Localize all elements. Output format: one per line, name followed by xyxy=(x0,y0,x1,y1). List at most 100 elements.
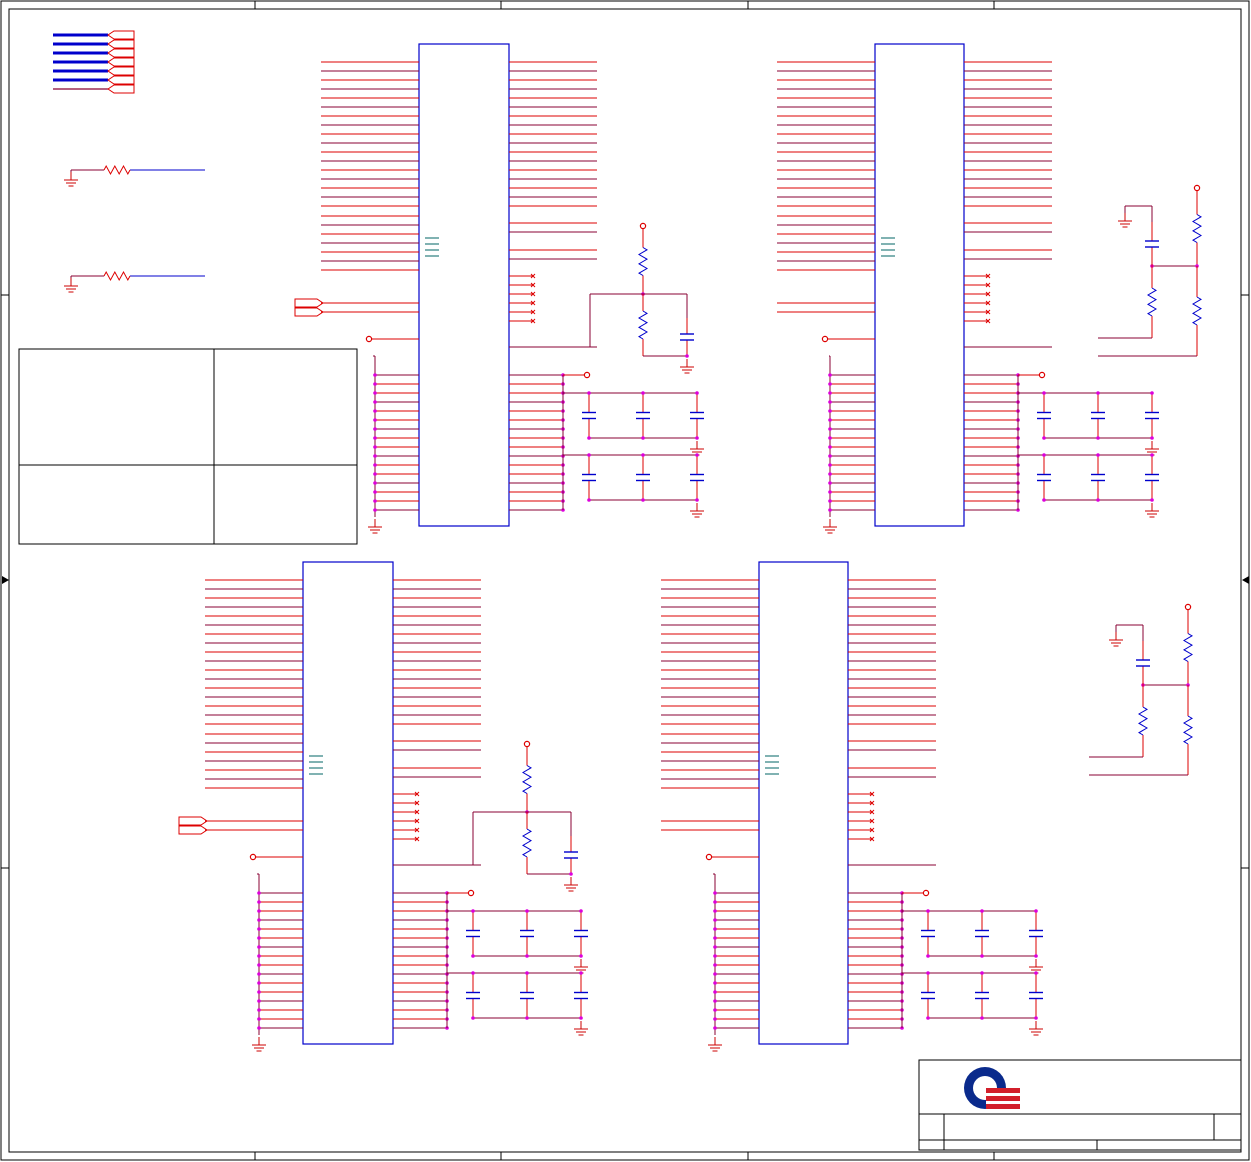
junction-dot xyxy=(1096,391,1100,395)
junction-dot xyxy=(828,472,832,476)
bus-connector-group xyxy=(53,30,135,94)
junction-dot xyxy=(471,954,475,958)
termination-resistor-network xyxy=(1098,184,1202,357)
junction-dot xyxy=(373,463,377,467)
junction-dot xyxy=(579,909,583,913)
junction-dot xyxy=(695,436,699,440)
junction-dot xyxy=(1034,1016,1038,1020)
junction-dot xyxy=(641,391,645,395)
junction-dot xyxy=(641,453,645,457)
junction-dot xyxy=(1034,971,1038,975)
clock-input-connector xyxy=(294,307,324,317)
junction-dot xyxy=(713,1026,717,1030)
junction-dot xyxy=(828,490,832,494)
power-port xyxy=(249,853,257,861)
junction-dot xyxy=(579,971,583,975)
junction-dot xyxy=(828,409,832,413)
junction-dot xyxy=(1034,909,1038,913)
junction-dot xyxy=(587,453,591,457)
resistor-icon xyxy=(1192,214,1202,243)
junction-dot xyxy=(373,391,377,395)
junction-dot xyxy=(257,981,261,985)
junction-dot xyxy=(373,382,377,386)
junction-dot xyxy=(471,909,475,913)
junction-dot xyxy=(373,409,377,413)
junction-dot xyxy=(828,436,832,440)
junction-dot xyxy=(471,971,475,975)
junction-dot xyxy=(828,382,832,386)
ground-icon xyxy=(708,1037,722,1052)
pullup-resistor-group xyxy=(64,164,205,293)
clock-input-connector xyxy=(178,816,208,826)
junction-dot xyxy=(926,954,930,958)
off-page-connector-icon xyxy=(107,75,135,85)
junction-dot xyxy=(713,990,717,994)
junction-dot xyxy=(373,490,377,494)
junction-dot xyxy=(373,508,377,512)
junction-dot xyxy=(641,436,645,440)
termination-network-group xyxy=(393,184,1202,892)
zone-arrow-left xyxy=(2,576,9,584)
junction-dot xyxy=(713,891,717,895)
junction-dot xyxy=(579,954,583,958)
ground-icon xyxy=(574,959,588,974)
junction-dot xyxy=(980,1016,984,1020)
junction-dot xyxy=(1042,453,1046,457)
junction-dot xyxy=(980,909,984,913)
junction-dot xyxy=(713,945,717,949)
junction-dot xyxy=(257,900,261,904)
junction-dot xyxy=(828,499,832,503)
junction-dot xyxy=(373,454,377,458)
schematic-canvas xyxy=(0,0,1250,1161)
junction-dot xyxy=(713,1008,717,1012)
power-port xyxy=(639,222,647,230)
junction-dot xyxy=(1042,436,1046,440)
junction-dot xyxy=(828,481,832,485)
junction-dot xyxy=(471,1016,475,1020)
junction-dot xyxy=(257,918,261,922)
power-port xyxy=(1193,184,1201,192)
junction-dot xyxy=(828,454,832,458)
junction-dot xyxy=(1042,498,1046,502)
power-port xyxy=(523,740,531,748)
junction-dot xyxy=(828,373,832,377)
junction-dot xyxy=(828,400,832,404)
resistor-icon xyxy=(522,765,532,794)
junction-dot xyxy=(828,427,832,431)
zone-arrow-right xyxy=(1242,576,1249,584)
junction-dot xyxy=(713,954,717,958)
junction-dot xyxy=(1034,954,1038,958)
junction-dot xyxy=(257,954,261,958)
resistor-icon xyxy=(103,164,131,176)
power-port xyxy=(1184,603,1192,611)
junction-dot xyxy=(713,981,717,985)
junction-dot xyxy=(579,1016,583,1020)
junction-dot xyxy=(373,436,377,440)
junction-dot xyxy=(713,1017,717,1021)
chip-outline xyxy=(758,561,849,1045)
junction-dot xyxy=(257,1017,261,1021)
junction-dot xyxy=(373,400,377,404)
power-port xyxy=(467,889,475,897)
power-port xyxy=(821,335,829,343)
ground-icon xyxy=(1145,441,1159,456)
junction-dot xyxy=(695,453,699,457)
junction-dot xyxy=(926,909,930,913)
off-page-connector-icon xyxy=(107,66,135,76)
chip-outline xyxy=(874,43,965,527)
off-page-connector-icon xyxy=(107,84,135,94)
resistor-icon xyxy=(522,828,532,858)
vref-divider-network xyxy=(510,222,694,374)
ground-icon xyxy=(1029,959,1043,974)
junction-dot xyxy=(828,463,832,467)
ground-icon xyxy=(64,278,78,293)
ground-icon xyxy=(368,519,382,534)
power-port xyxy=(922,889,930,897)
ground-icon xyxy=(1118,213,1132,228)
junction-dot xyxy=(373,427,377,431)
junction-dot xyxy=(587,498,591,502)
power-port xyxy=(1038,371,1046,379)
junction-dot xyxy=(713,999,717,1003)
junction-dot xyxy=(373,472,377,476)
junction-dot xyxy=(713,918,717,922)
